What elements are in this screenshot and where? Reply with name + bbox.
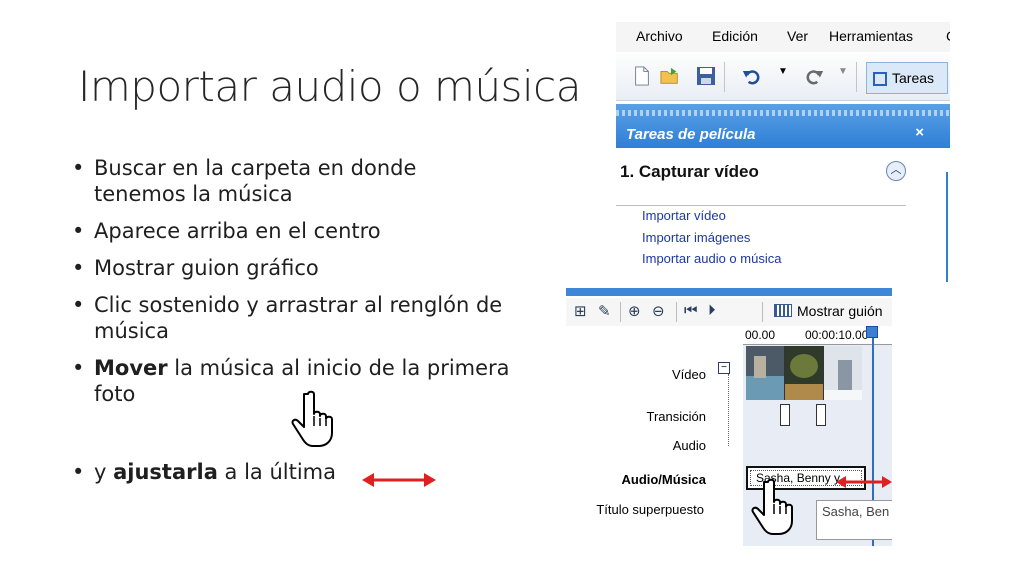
divider [616,205,906,206]
task-list-icon [873,72,887,86]
video-clips[interactable] [746,346,862,400]
video-thumbnail[interactable] [785,346,823,400]
open-folder-icon[interactable] [660,66,680,86]
bullet-item: Aparece arriba en el centro [72,218,512,244]
bullet-item: Clic sostenido y arrastrar al renglón de… [72,292,512,344]
transition-slot[interactable] [816,404,826,426]
new-file-icon[interactable] [632,66,652,86]
ruler-mark: 00:00:10.00 [805,328,869,342]
timeline-toolbar: ⊞ ✎ ⊕ ⊖ ⏮ ⏵ Mostrar guión [566,298,892,326]
chevron-up-icon[interactable]: ︿ [886,161,906,181]
tareas-button[interactable]: Tareas [866,62,948,94]
track-label-audio: Audio [672,438,706,453]
pane-border [946,172,948,282]
track-label-title-overlay: Título superpuesto [596,502,704,517]
double-arrow-icon [836,476,892,488]
video-thumbnail[interactable] [746,346,784,400]
bullet-adjust-text: a la última [217,460,337,484]
movie-maker-menu-screenshot: Archivo Edición Ver Herramientas C ▼ ▼ T… [616,22,950,284]
playhead-handle[interactable] [866,326,878,338]
play-icon[interactable]: ⏵ [708,302,716,319]
bullet-bold-adjust: ajustarla [113,460,218,484]
track-label-transition: Transición [646,409,706,424]
track-label-video: Vídeo [672,367,706,382]
track-label-audio-music: Audio/Música [621,472,706,487]
tareas-label: Tareas [892,70,935,86]
main-toolbar: ▼ ▼ Tareas [616,54,950,101]
close-icon[interactable]: × [915,124,924,141]
transition-slot[interactable] [780,404,790,426]
video-thumbnail[interactable] [824,346,862,400]
undo-dropdown-icon[interactable]: ▼ [778,66,788,77]
link-importar-audio[interactable]: Importar audio o música [642,251,781,266]
zoom-out-icon[interactable]: ⊖ [652,302,665,320]
menu-herramientas[interactable]: Herramientas [829,28,913,44]
bullet-bold-move: Mover [94,356,168,380]
collapse-icon[interactable]: − [718,362,730,374]
bullet-item: Mostrar guion gráfico [72,255,512,281]
save-icon[interactable] [696,66,716,86]
bullet-adjust-prefix: y [94,460,114,484]
show-storyboard-button[interactable]: Mostrar guión [774,303,883,319]
ruler-start: 00.00 [745,328,776,342]
tree-line [728,374,730,446]
double-arrow-icon [362,473,436,487]
taskpane-header: Tareas de película × [616,104,950,148]
link-importar-video[interactable]: Importar vídeo [642,208,726,223]
narrate-icon[interactable]: ⊞ [574,302,587,320]
microphone-icon[interactable]: ✎ [598,302,611,320]
bullet-list: Buscar en la carpeta en donde tenemos la… [72,155,512,418]
menu-ver[interactable]: Ver [787,28,808,44]
bullet-item-adjust: y ajustarla a la última [72,460,336,484]
taskpane-title: Tareas de película [626,126,756,143]
tooltip: Sasha, Ben [816,500,892,540]
bullet-item: Buscar en la carpeta en donde tenemos la… [72,155,512,207]
hand-cursor-icon [291,390,333,447]
slide-title: Importar audio o música [78,62,581,111]
menu-edicion[interactable]: Edición [712,28,758,44]
link-importar-imagenes[interactable]: Importar imágenes [642,230,750,245]
redo-dropdown-icon[interactable]: ▼ [838,66,848,77]
timeline-top-bar [566,288,892,296]
menu-bar: Archivo Edición Ver Herramientas C [616,22,950,52]
zoom-in-icon[interactable]: ⊕ [628,302,641,320]
undo-icon[interactable] [742,66,762,86]
rewind-icon[interactable]: ⏮ [684,302,698,319]
menu-archivo[interactable]: Archivo [636,28,683,44]
filmstrip-icon [774,304,792,317]
menu-more[interactable]: C [946,28,950,44]
redo-icon[interactable] [804,66,824,86]
section-title[interactable]: 1. Capturar vídeo [620,162,759,182]
storyboard-label: Mostrar guión [797,303,883,319]
timeline-screenshot: ⊞ ✎ ⊕ ⊖ ⏮ ⏵ Mostrar guión 00.00 00:00:10… [566,288,892,550]
hand-cursor-icon [751,478,793,535]
